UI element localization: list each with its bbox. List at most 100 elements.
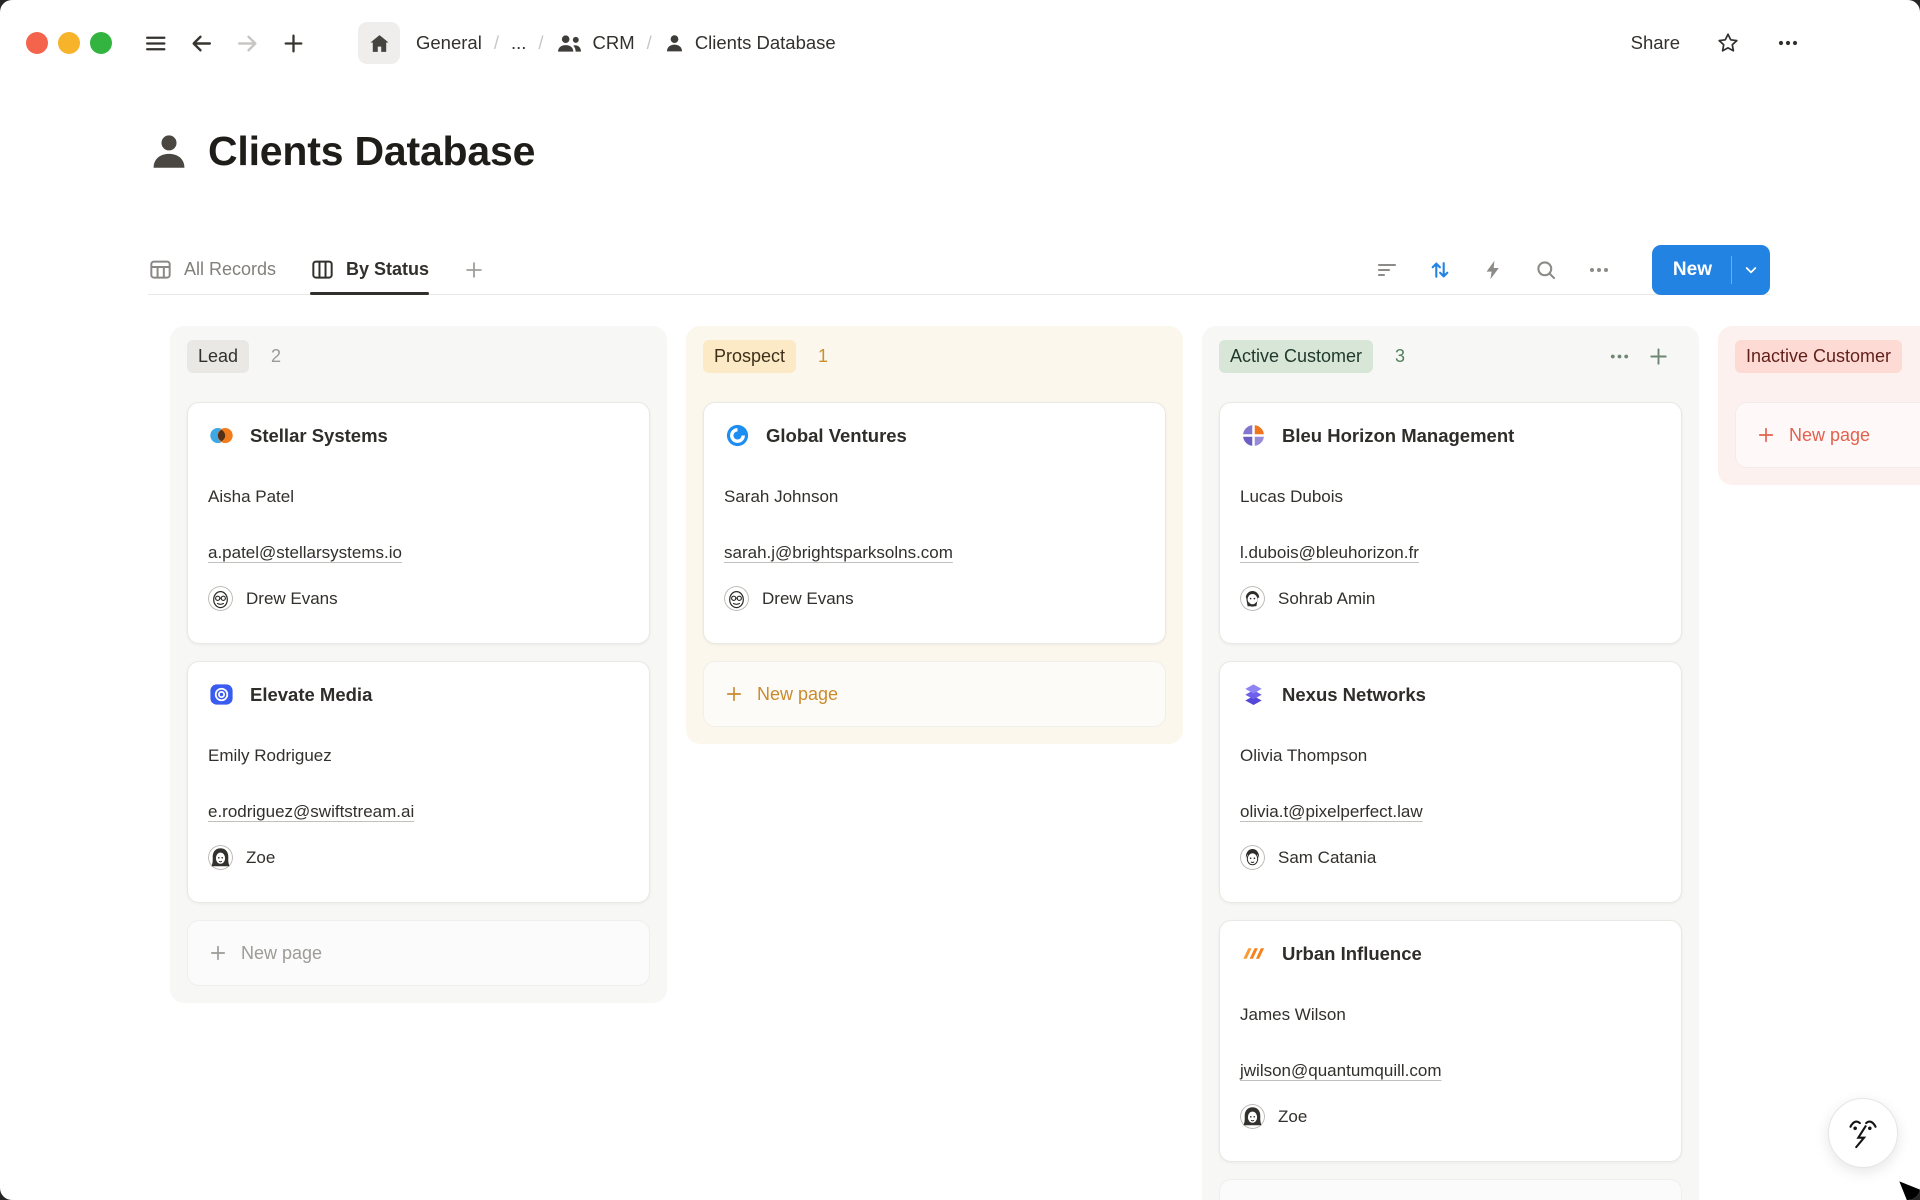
forward-arrow-icon	[235, 31, 260, 56]
spiral-square-icon	[208, 681, 235, 708]
search-button[interactable]	[1534, 258, 1558, 282]
board: Lead2Stellar SystemsAisha Patela.patel@s…	[0, 326, 1920, 1200]
filter-button[interactable]	[1375, 258, 1399, 282]
add-view-button[interactable]	[463, 259, 485, 281]
new-page-button[interactable]: New page	[703, 661, 1166, 727]
mouse-cursor	[1896, 1178, 1920, 1200]
card-email-link[interactable]: sarah.j@brightsparksolns.com	[724, 542, 953, 563]
zoom-window-button[interactable]	[90, 32, 112, 54]
view-tabs-bar: All Records By Status	[148, 245, 1770, 295]
automations-button[interactable]	[1481, 258, 1505, 282]
column-status-badge[interactable]: Prospect	[703, 340, 796, 373]
record-card[interactable]: Urban InfluenceJames Wilsonjwilson@quant…	[1219, 920, 1682, 1162]
card-email-link[interactable]: jwilson@quantumquill.com	[1240, 1060, 1442, 1081]
filter-icon	[1375, 258, 1399, 282]
column-prospect: Prospect 1 Global VenturesSarah Johnsonsar…	[686, 326, 1183, 744]
column-header: Inactive Customer	[1735, 340, 1920, 373]
new-page-button[interactable]: New page	[1219, 1179, 1682, 1200]
card-owner-name: Drew Evans	[246, 589, 338, 609]
new-page-label: New page	[241, 943, 322, 964]
swirl-circle-icon	[724, 422, 751, 449]
column-status-badge[interactable]: Active Customer	[1219, 340, 1373, 373]
view-more-button[interactable]	[1587, 258, 1611, 282]
column-count: 1	[818, 346, 828, 367]
breadcrumb-item-general[interactable]: General	[416, 32, 482, 54]
column-header: Active Customer3	[1219, 340, 1682, 373]
record-card[interactable]: Stellar SystemsAisha Patela.patel@stella…	[187, 402, 650, 644]
card-email-link[interactable]: l.dubois@bleuhorizon.fr	[1240, 542, 1419, 563]
record-card[interactable]: Bleu Horizon ManagementLucas Duboisl.dub…	[1219, 402, 1682, 644]
card-email-link[interactable]: e.rodriguez@swiftstream.ai	[208, 801, 414, 822]
avatar	[208, 586, 233, 611]
breadcrumb-item-page[interactable]: Clients Database	[695, 32, 836, 54]
plus-icon	[208, 943, 228, 963]
page-title[interactable]: Clients Database	[208, 128, 535, 175]
close-window-button[interactable]	[26, 32, 48, 54]
tab-label: By Status	[346, 259, 429, 280]
card-company-name: Nexus Networks	[1282, 684, 1426, 706]
tab-all-records[interactable]: All Records	[148, 245, 276, 294]
more-options-button[interactable]	[1776, 31, 1800, 55]
card-owner-name: Drew Evans	[762, 589, 854, 609]
tab-by-status[interactable]: By Status	[310, 245, 429, 294]
card-email-link[interactable]: a.patel@stellarsystems.io	[208, 542, 402, 563]
column-actions	[1608, 345, 1670, 368]
card-contact-name: Sarah Johnson	[724, 487, 1145, 507]
sort-arrows-icon	[1428, 258, 1452, 282]
minimize-window-button[interactable]	[58, 32, 80, 54]
column-lead: Lead2Stellar SystemsAisha Patela.patel@s…	[170, 326, 667, 1003]
assistant-widget-button[interactable]	[1828, 1098, 1898, 1168]
card-contact-name: Olivia Thompson	[1240, 746, 1661, 766]
card-owner-name: Zoe	[246, 848, 275, 868]
breadcrumb-ellipsis[interactable]: ...	[511, 32, 526, 54]
new-record-button[interactable]: New	[1652, 245, 1731, 295]
column-status-badge[interactable]: Lead	[187, 340, 249, 373]
column-active-customer: Active Customer3 Bleu Horizon ManagementL…	[1202, 326, 1699, 1200]
venn-circles-icon	[208, 422, 235, 449]
favorite-button[interactable]	[1716, 31, 1740, 55]
card-email-link[interactable]: olivia.t@pixelperfect.law	[1240, 801, 1423, 822]
card-company-name: Urban Influence	[1282, 943, 1422, 965]
card-title-row: Urban Influence	[1240, 940, 1661, 967]
breadcrumb-item-crm[interactable]: CRM	[593, 32, 635, 54]
breadcrumb-separator: /	[538, 32, 543, 54]
card-owner: Sam Catania	[1240, 845, 1661, 870]
column-add-card-button[interactable]	[1647, 345, 1670, 368]
avatar	[1240, 845, 1265, 870]
card-owner: Zoe	[208, 845, 629, 870]
new-page-button[interactable]: New page	[187, 920, 650, 986]
column-more-button[interactable]	[1608, 345, 1631, 368]
breadcrumb-separator: /	[647, 32, 652, 54]
face-logo-icon	[1840, 1110, 1886, 1156]
record-card[interactable]: Nexus Networks Olivia Thompson olivia.t@pi…	[1219, 661, 1682, 903]
stacked-layers-icon	[1240, 681, 1267, 708]
record-card[interactable]: Global VenturesSarah Johnsonsarah.j@brig…	[703, 402, 1166, 644]
share-button[interactable]: Share	[1631, 32, 1680, 54]
card-contact-name: Aisha Patel	[208, 487, 629, 507]
person-icon	[664, 33, 685, 54]
new-record-split-button: New	[1652, 245, 1770, 295]
lightning-icon	[1481, 258, 1505, 282]
new-tab-button[interactable]	[276, 26, 310, 60]
plus-icon	[463, 259, 485, 281]
avatar	[724, 586, 749, 611]
plus-icon	[724, 684, 744, 704]
sort-button[interactable]	[1428, 258, 1452, 282]
plus-icon	[281, 31, 306, 56]
quarter-pie-icon	[1240, 422, 1267, 449]
forward-button[interactable]	[230, 26, 264, 60]
new-record-dropdown-button[interactable]	[1732, 245, 1770, 295]
page-person-icon[interactable]	[148, 131, 190, 173]
home-button[interactable]	[358, 22, 400, 64]
new-page-label: New page	[1789, 425, 1870, 446]
column-status-badge[interactable]: Inactive Customer	[1735, 340, 1902, 373]
diagonal-stripes-icon	[1240, 940, 1267, 967]
back-button[interactable]	[184, 26, 218, 60]
new-page-button[interactable]: New page	[1735, 402, 1920, 468]
sidebar-menu-button[interactable]	[138, 26, 172, 60]
titlebar-actions: Share	[1631, 31, 1920, 55]
record-card[interactable]: Elevate MediaEmily Rodrigueze.rodriguez@…	[187, 661, 650, 903]
new-page-label: New page	[757, 684, 838, 705]
table-view-icon	[148, 257, 173, 282]
window-controls	[26, 32, 112, 54]
